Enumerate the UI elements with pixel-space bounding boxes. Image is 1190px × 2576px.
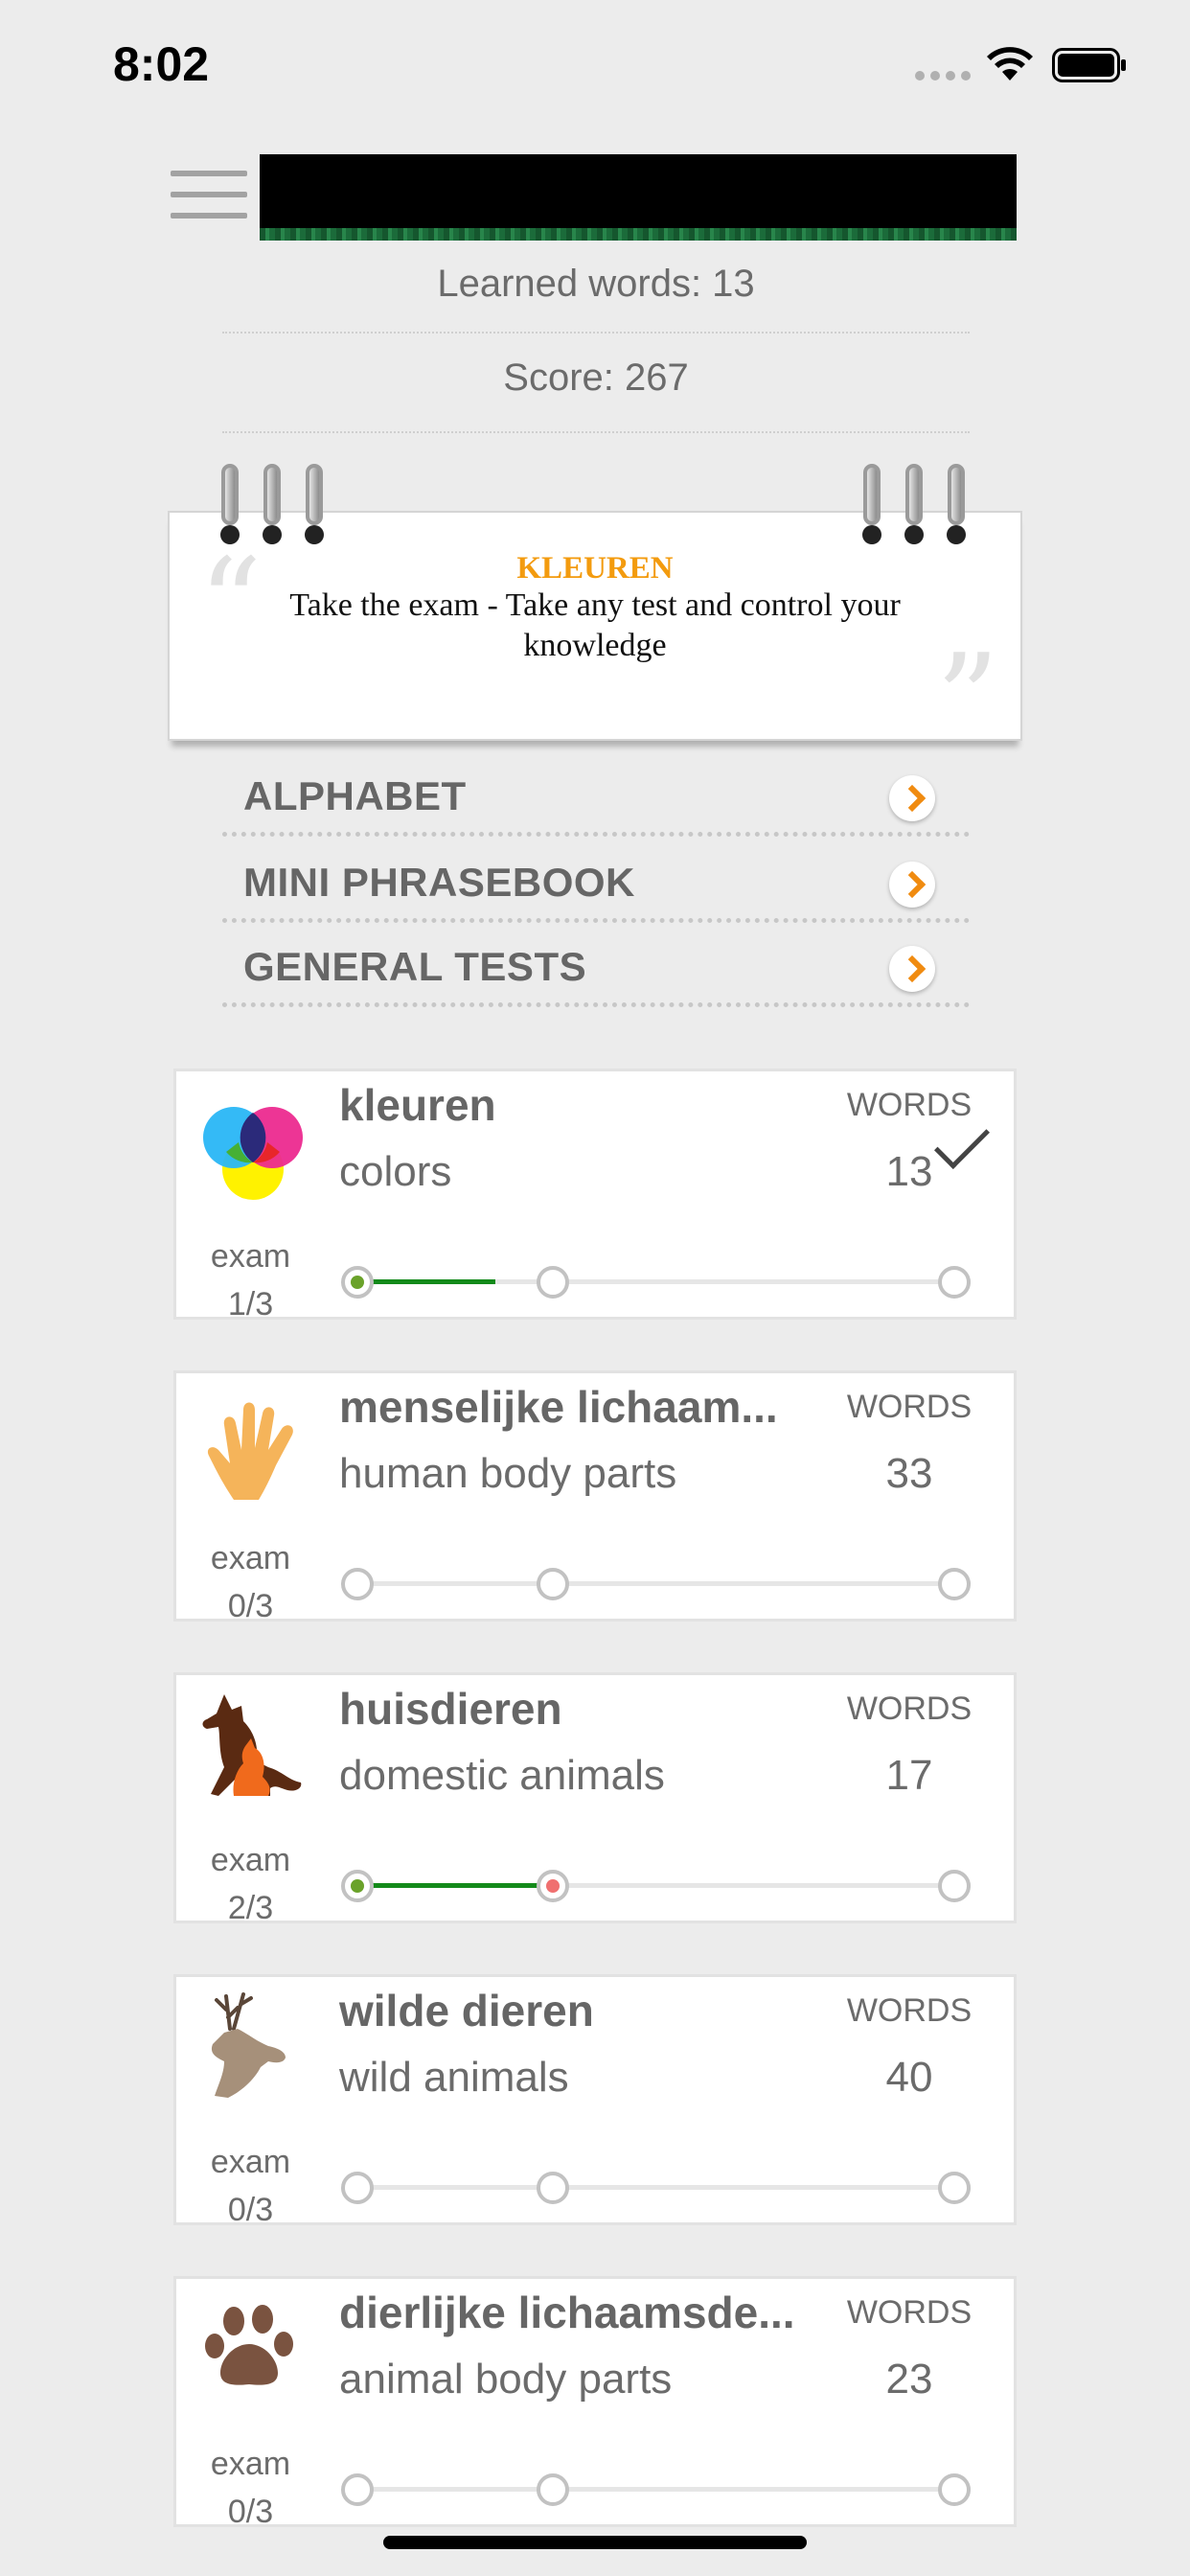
alphabet-link[interactable]: ALPHABET bbox=[222, 754, 970, 837]
category-subtitle: animal body parts bbox=[339, 2356, 673, 2403]
exam-step-3[interactable] bbox=[938, 1568, 971, 1600]
exam-step-1[interactable] bbox=[341, 2172, 374, 2204]
note-title: KLEUREN bbox=[516, 551, 674, 586]
exam-label: exam bbox=[210, 2446, 291, 2482]
words-label: WORDS bbox=[846, 1992, 973, 2029]
status-bar: 8:02 bbox=[0, 0, 1190, 125]
progress-track bbox=[361, 2487, 971, 2492]
exam-step-2[interactable] bbox=[537, 2172, 569, 2204]
chevron-right-icon bbox=[889, 862, 935, 908]
words-count: 23 bbox=[885, 2356, 933, 2403]
progress-track bbox=[361, 1581, 971, 1586]
general-tests-label: GENERAL TESTS bbox=[243, 944, 587, 989]
words-label: WORDS bbox=[846, 1690, 973, 1727]
exam-progress-text: 1/3 bbox=[227, 1286, 274, 1322]
exam-step-3[interactable] bbox=[938, 1870, 971, 1902]
category-card-domestic-animals[interactable]: huisdieren domestic animals WORDS 17 exa… bbox=[173, 1672, 1017, 1926]
exam-step-1[interactable] bbox=[341, 1568, 374, 1600]
exam-status: exam 0/3 bbox=[176, 2138, 325, 2234]
exam-step-1[interactable] bbox=[341, 2473, 374, 2506]
category-title: menselijke lichaam... bbox=[339, 1382, 778, 1432]
exam-label: exam bbox=[210, 1842, 291, 1878]
category-title: huisdieren bbox=[339, 1684, 562, 1734]
category-subtitle: colors bbox=[339, 1148, 452, 1195]
exam-step-3[interactable] bbox=[938, 2172, 971, 2204]
exam-status: exam 0/3 bbox=[176, 1534, 325, 1630]
category-card-colors[interactable]: kleuren colors WORDS 13 exam 1/3 bbox=[173, 1069, 1017, 1322]
exam-label: exam bbox=[210, 1238, 291, 1275]
chevron-right-icon bbox=[889, 946, 935, 992]
words-label: WORDS bbox=[846, 1087, 973, 1123]
progress-fill bbox=[361, 1883, 557, 1888]
chevron-right-icon bbox=[889, 775, 935, 821]
spiral-rings-left-icon bbox=[219, 464, 325, 544]
home-indicator[interactable] bbox=[383, 2536, 807, 2549]
score: Score: 267 bbox=[222, 356, 970, 433]
signal-icon bbox=[915, 71, 971, 80]
category-subtitle: domestic animals bbox=[339, 1752, 665, 1799]
exam-label: exam bbox=[210, 2144, 291, 2180]
battery-icon bbox=[1052, 48, 1126, 82]
exam-progress-text: 0/3 bbox=[227, 1588, 274, 1624]
exam-step-3[interactable] bbox=[938, 2473, 971, 2506]
words-label: WORDS bbox=[846, 1389, 973, 1425]
progress-fill bbox=[361, 1279, 495, 1284]
exam-step-1[interactable] bbox=[341, 1266, 374, 1299]
category-title: wilde dieren bbox=[339, 1986, 594, 2036]
exam-step-2[interactable] bbox=[537, 1870, 569, 1902]
exam-status: exam 1/3 bbox=[176, 1232, 325, 1328]
category-title: kleuren bbox=[339, 1080, 496, 1130]
category-card-wild-animals[interactable]: wilde dieren wild animals WORDS 40 exam … bbox=[173, 1974, 1017, 2228]
lesson-note: “ ” KLEUREN Take the exam - Take any tes… bbox=[168, 511, 1022, 762]
quote-close-icon: ” bbox=[935, 627, 999, 772]
status-time: 8:02 bbox=[113, 37, 210, 91]
exam-status: exam 0/3 bbox=[176, 2440, 325, 2536]
exam-step-2[interactable] bbox=[537, 1568, 569, 1600]
deer-icon bbox=[211, 1992, 286, 2098]
category-card-animal-body-parts[interactable]: dierlijke lichaamsde... animal body part… bbox=[173, 2276, 1017, 2530]
paw-icon bbox=[205, 2305, 293, 2385]
exam-step-2[interactable] bbox=[537, 1266, 569, 1299]
color-circles-icon bbox=[203, 1107, 303, 1200]
hand-icon bbox=[207, 1402, 293, 1500]
exam-step-3[interactable] bbox=[938, 1266, 971, 1299]
menu-button[interactable] bbox=[171, 171, 247, 220]
category-title: dierlijke lichaamsde... bbox=[339, 2288, 795, 2337]
wifi-icon bbox=[987, 47, 1033, 80]
general-tests-link[interactable]: GENERAL TESTS bbox=[222, 925, 970, 1007]
ad-banner[interactable] bbox=[260, 154, 1017, 241]
words-label: WORDS bbox=[846, 2294, 973, 2331]
category-card-human-body-parts[interactable]: menselijke lichaam... human body parts W… bbox=[173, 1370, 1017, 1624]
words-count: 17 bbox=[885, 1752, 933, 1799]
alphabet-label: ALPHABET bbox=[243, 773, 467, 818]
exam-progress-text: 0/3 bbox=[227, 2494, 274, 2530]
note-text: Take the exam - Take any test and contro… bbox=[289, 587, 901, 663]
mini-phrasebook-link[interactable]: MINI PHRASEBOOK bbox=[222, 840, 970, 923]
exam-step-2[interactable] bbox=[537, 2473, 569, 2506]
exam-status: exam 2/3 bbox=[176, 1836, 325, 1932]
exam-step-1[interactable] bbox=[341, 1870, 374, 1902]
dog-cat-icon bbox=[202, 1694, 302, 1796]
learned-words: Learned words: 13 bbox=[222, 263, 970, 334]
category-subtitle: human body parts bbox=[339, 1450, 677, 1497]
exam-progress-text: 2/3 bbox=[227, 1890, 274, 1926]
words-count: 33 bbox=[885, 1450, 933, 1497]
exam-progress-text: 0/3 bbox=[227, 2192, 274, 2228]
progress-track bbox=[361, 2185, 971, 2190]
mini-phrasebook-label: MINI PHRASEBOOK bbox=[243, 860, 635, 905]
words-count: 40 bbox=[885, 2054, 933, 2101]
exam-label: exam bbox=[210, 1540, 291, 1576]
spiral-rings-right-icon bbox=[861, 464, 967, 544]
category-subtitle: wild animals bbox=[339, 2054, 569, 2101]
